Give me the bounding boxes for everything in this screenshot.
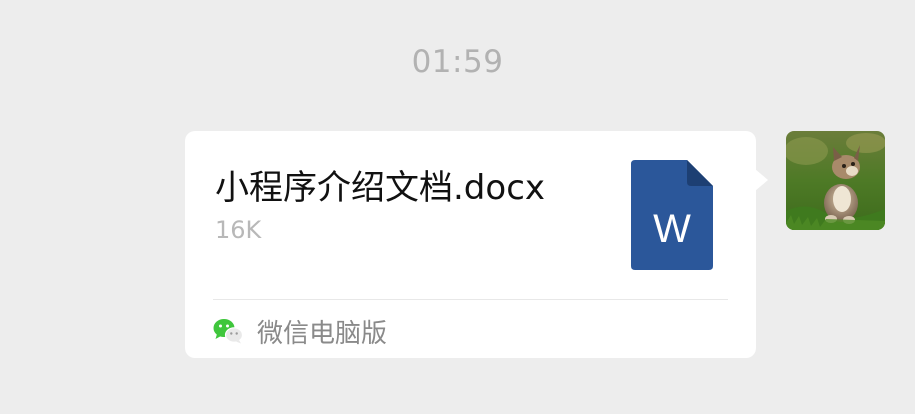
wechat-icon [213, 319, 243, 344]
chat-window: 01:59 小程序介绍文档.docx 16K W 微信电脑版 [0, 0, 915, 414]
file-message-bubble[interactable]: 小程序介绍文档.docx 16K W 微信电脑版 [185, 131, 768, 358]
file-name: 小程序介绍文档.docx [215, 168, 546, 208]
source-label: 微信电脑版 [257, 318, 388, 349]
message-source: 微信电脑版 [213, 315, 388, 349]
kitten-avatar[interactable] [786, 131, 885, 230]
message-timestamp: 01:59 [411, 44, 504, 80]
bubble-divider [213, 299, 728, 300]
word-document-icon: W [631, 160, 713, 270]
file-size: 16K [215, 216, 262, 244]
bubble-tail [755, 169, 768, 191]
word-icon-letter: W [653, 207, 691, 251]
